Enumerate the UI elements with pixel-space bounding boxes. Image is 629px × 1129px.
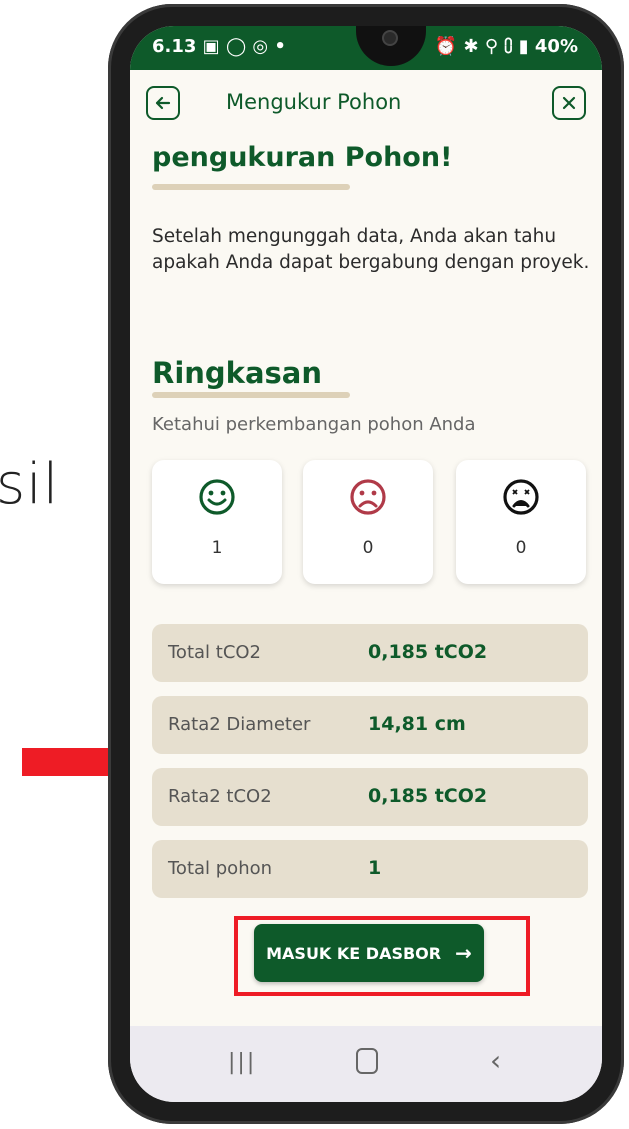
stat-row-avg-diameter: Rata2 Diameter 14,81 cm (152, 696, 588, 754)
arrow-left-icon (155, 96, 171, 110)
stat-label: Rata2 tCO2 (168, 786, 272, 807)
back-nav-icon[interactable]: ‹ (490, 1044, 501, 1077)
status-icons: ⏰ ✱ ⚲ ⩇ ▮ 40% (434, 36, 578, 57)
app-screen: 6.13 ▣ ◯ ◎ • ⏰ ✱ ⚲ ⩇ ▮ 40% Mengukur Poho… (130, 26, 602, 1102)
back-button[interactable] (146, 86, 180, 120)
close-button[interactable] (552, 86, 586, 120)
summary-subtitle: Ketahui perkembangan pohon Anda (152, 414, 476, 435)
side-text: sil (0, 452, 60, 517)
status-bar: 6.13 ▣ ◯ ◎ • ⏰ ✱ ⚲ ⩇ ▮ 40% (130, 26, 602, 70)
stat-value: 0,185 tCO2 (368, 785, 488, 807)
description: Setelah mengunggah data, Anda akan tahu … (152, 226, 590, 273)
home-icon[interactable] (356, 1048, 378, 1074)
stat-value: 0,185 tCO2 (368, 641, 488, 663)
headline: pengukuran Pohon! (152, 142, 453, 173)
stat-label: Rata2 Diameter (168, 714, 311, 735)
stat-label: Total tCO2 (168, 642, 262, 663)
recents-icon[interactable]: ||| (228, 1050, 256, 1075)
camera-notch (356, 26, 426, 66)
healthy-card: 1 (152, 460, 282, 584)
go-to-dashboard-button[interactable]: MASUK KE DASBOR → (254, 924, 484, 982)
happy-face-icon (199, 479, 235, 515)
top-bar: Mengukur Pohon (130, 78, 602, 126)
sad-face-icon (350, 479, 386, 515)
arrow-right-icon: → (455, 941, 472, 965)
healthy-count: 1 (211, 538, 223, 558)
phone-frame: 6.13 ▣ ◯ ◎ • ⏰ ✱ ⚲ ⩇ ▮ 40% Mengukur Poho… (108, 4, 624, 1124)
summary-title: Ringkasan (152, 356, 323, 390)
system-nav-bar: ||| ‹ (130, 1026, 602, 1102)
dead-card: 0 (456, 460, 586, 584)
dead-count: 0 (515, 538, 527, 558)
summary-underline (152, 392, 350, 398)
sick-card: 0 (303, 460, 433, 584)
stat-label: Total pohon (168, 858, 273, 879)
status-time: 6.13 ▣ ◯ ◎ • (152, 36, 286, 57)
stat-row-avg-tco2: Rata2 tCO2 0,185 tCO2 (152, 768, 588, 826)
headline-underline (152, 184, 350, 190)
cta-label: MASUK KE DASBOR (266, 943, 442, 963)
stat-value: 1 (368, 857, 382, 879)
close-icon (562, 96, 576, 110)
dead-face-icon (503, 479, 539, 515)
stat-row-total-tco2: Total tCO2 0,185 tCO2 (152, 624, 588, 682)
page-title: Mengukur Pohon (226, 90, 402, 114)
sick-count: 0 (362, 538, 374, 558)
stat-row-total-trees: Total pohon 1 (152, 840, 588, 898)
camera-icon (384, 32, 396, 44)
stat-value: 14,81 cm (368, 713, 466, 735)
